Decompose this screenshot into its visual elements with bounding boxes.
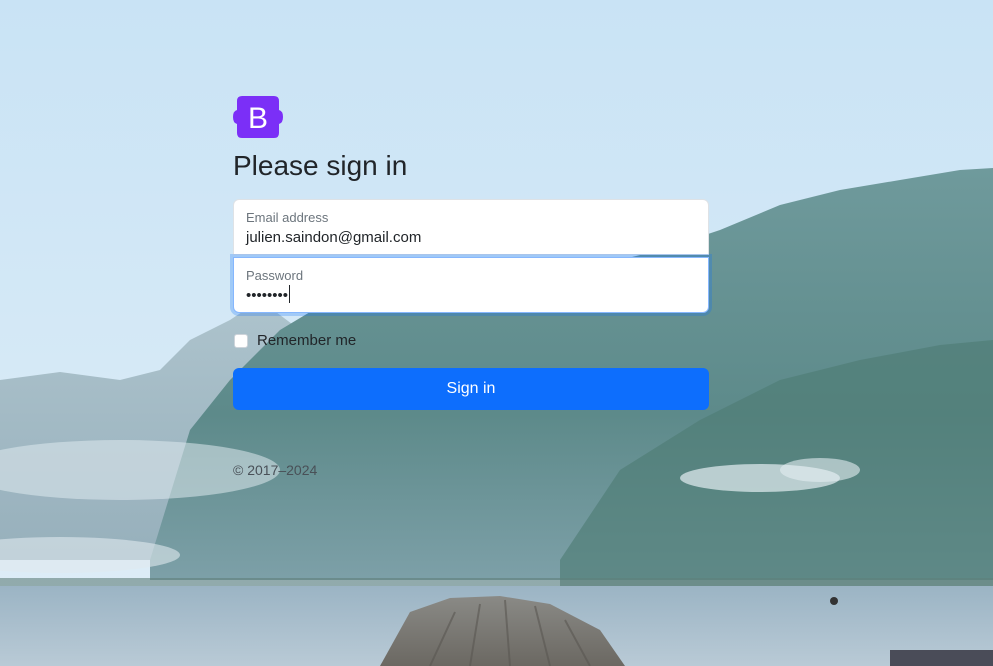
email-value[interactable]: julien.saindon@gmail.com [246, 227, 696, 249]
password-label: Password [246, 268, 304, 283]
remember-me-checkbox[interactable] [234, 333, 248, 348]
bootstrap-logo-icon: B [233, 92, 283, 142]
password-field[interactable]: Password •••••••• [233, 257, 709, 313]
copyright-text: © 2017–2024 [233, 462, 318, 478]
sign-in-form: B Please sign in Email address julien.sa… [233, 92, 709, 478]
remember-me-label[interactable]: Remember me [257, 332, 356, 349]
password-dots: •••••••• [246, 287, 289, 304]
password-value[interactable]: •••••••• [246, 285, 696, 307]
page-title: Please sign in [233, 150, 408, 181]
email-field[interactable]: Email address julien.saindon@gmail.com [233, 199, 709, 255]
remember-me-row: Remember me [233, 332, 709, 349]
email-label: Email address [246, 210, 329, 225]
text-caret [289, 285, 291, 303]
svg-text:B: B [248, 102, 268, 135]
sign-in-button[interactable]: Sign in [233, 368, 709, 410]
